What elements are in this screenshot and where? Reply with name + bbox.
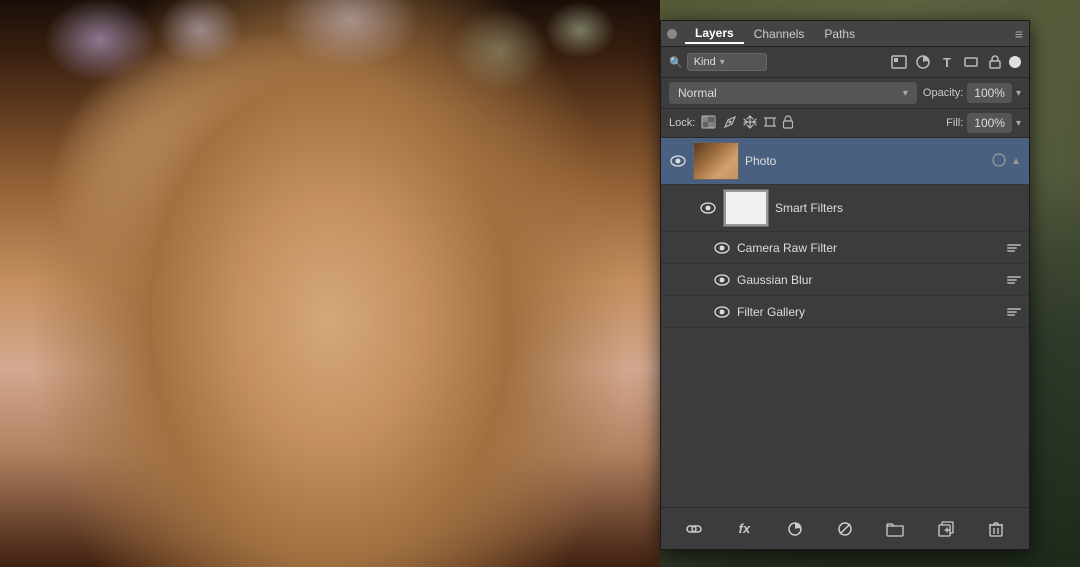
kind-icon-shape[interactable] bbox=[961, 52, 981, 72]
panel-toolbar: fx bbox=[661, 507, 1029, 549]
white-dot bbox=[1009, 56, 1021, 68]
panel-body: 🔍 Kind ▾ bbox=[661, 47, 1029, 549]
toolbar-fx-btn[interactable]: fx bbox=[730, 515, 758, 543]
kind-chevron: ▾ bbox=[720, 57, 725, 68]
tab-channels[interactable]: Channels bbox=[744, 25, 815, 43]
toolbar-delete-btn[interactable] bbox=[982, 515, 1010, 543]
filter-gallery-visibility[interactable] bbox=[713, 303, 731, 321]
panel-title-bar: Layers Channels Paths ≡ bbox=[661, 21, 1029, 47]
filter-gallery-name: Filter Gallery bbox=[737, 305, 1001, 319]
tab-paths[interactable]: Paths bbox=[814, 25, 865, 43]
layer-effect-icon[interactable] bbox=[991, 152, 1007, 171]
lock-row: Lock: bbox=[661, 109, 1029, 138]
tab-layers[interactable]: Layers bbox=[685, 24, 744, 44]
lock-label: Lock: bbox=[669, 117, 695, 129]
close-button[interactable] bbox=[667, 29, 677, 39]
fill-value[interactable]: 100% bbox=[967, 113, 1012, 133]
filter-gaussian-blur-settings[interactable] bbox=[1007, 276, 1021, 284]
layer-photo[interactable]: Photo ▲ bbox=[661, 138, 1029, 185]
filter-gaussian-blur-visibility[interactable] bbox=[713, 271, 731, 289]
filter-gallery[interactable]: Filter Gallery bbox=[661, 296, 1029, 328]
lock-image-btn[interactable] bbox=[723, 115, 737, 132]
kind-select[interactable]: Kind ▾ bbox=[687, 53, 767, 71]
kind-icon-adjustment[interactable] bbox=[913, 52, 933, 72]
toolbar-mask-btn[interactable] bbox=[831, 515, 859, 543]
layer-smartfilters-thumb bbox=[723, 189, 769, 227]
blend-mode-value: Normal bbox=[678, 86, 717, 100]
layer-photo-visibility[interactable] bbox=[669, 152, 687, 170]
kind-icons: T bbox=[889, 52, 1021, 72]
layer-smart-filters[interactable]: Smart Filters bbox=[661, 185, 1029, 232]
layer-chevron-up[interactable]: ▲ bbox=[1011, 156, 1021, 167]
filter-camera-raw[interactable]: Camera Raw Filter bbox=[661, 232, 1029, 264]
filter-gallery-settings[interactable] bbox=[1007, 308, 1021, 316]
layers-panel: Layers Channels Paths ≡ 🔍 Kind ▾ bbox=[660, 20, 1030, 550]
fill-chevron: ▾ bbox=[1016, 118, 1021, 129]
toolbar-group-btn[interactable] bbox=[881, 515, 909, 543]
fill-label: Fill: bbox=[946, 117, 963, 129]
kind-row: 🔍 Kind ▾ bbox=[661, 47, 1029, 78]
blend-mode-select[interactable]: Normal ▾ bbox=[669, 82, 917, 104]
layer-smartfilters-visibility[interactable] bbox=[699, 199, 717, 217]
opacity-group: Opacity: 100% ▾ bbox=[923, 83, 1021, 103]
filter-gaussian-blur[interactable]: Gaussian Blur bbox=[661, 264, 1029, 296]
kind-icon-pixel[interactable] bbox=[889, 52, 909, 72]
flowers-overlay bbox=[0, 0, 660, 180]
blend-chevron: ▾ bbox=[903, 88, 908, 99]
layer-photo-actions: ▲ bbox=[991, 152, 1021, 171]
lock-icons bbox=[701, 115, 793, 132]
kind-label: Kind bbox=[694, 56, 716, 68]
kind-icon-type[interactable]: T bbox=[937, 52, 957, 72]
panel-menu-icon[interactable]: ≡ bbox=[1015, 26, 1023, 42]
lock-artboard-btn[interactable] bbox=[763, 115, 777, 132]
filter-gaussian-blur-name: Gaussian Blur bbox=[737, 273, 1001, 287]
opacity-chevron: ▾ bbox=[1016, 88, 1021, 99]
filter-camera-raw-visibility[interactable] bbox=[713, 239, 731, 257]
layer-photo-name: Photo bbox=[745, 154, 985, 168]
toolbar-link-btn[interactable] bbox=[680, 515, 708, 543]
kind-icon-smart[interactable] bbox=[985, 52, 1005, 72]
layers-list: Photo ▲ bbox=[661, 138, 1029, 507]
toolbar-adjustment-btn[interactable] bbox=[781, 515, 809, 543]
blend-row: Normal ▾ Opacity: 100% ▾ bbox=[661, 78, 1029, 109]
filter-camera-raw-settings[interactable] bbox=[1007, 244, 1021, 252]
filter-camera-raw-name: Camera Raw Filter bbox=[737, 241, 1001, 255]
search-icon: 🔍 bbox=[669, 56, 683, 69]
toolbar-new-layer-btn[interactable] bbox=[932, 515, 960, 543]
layer-smartfilters-name: Smart Filters bbox=[775, 201, 1021, 215]
opacity-value[interactable]: 100% bbox=[967, 83, 1012, 103]
lock-position-btn[interactable] bbox=[743, 115, 757, 132]
panel-tabs: Layers Channels Paths bbox=[685, 24, 1015, 44]
lock-transparent-btn[interactable] bbox=[701, 115, 717, 132]
lock-all-btn[interactable] bbox=[783, 115, 793, 132]
opacity-label: Opacity: bbox=[923, 87, 963, 99]
fill-group: Fill: 100% ▾ bbox=[946, 113, 1021, 133]
fx-label: fx bbox=[739, 521, 751, 536]
layer-photo-thumb bbox=[693, 142, 739, 180]
